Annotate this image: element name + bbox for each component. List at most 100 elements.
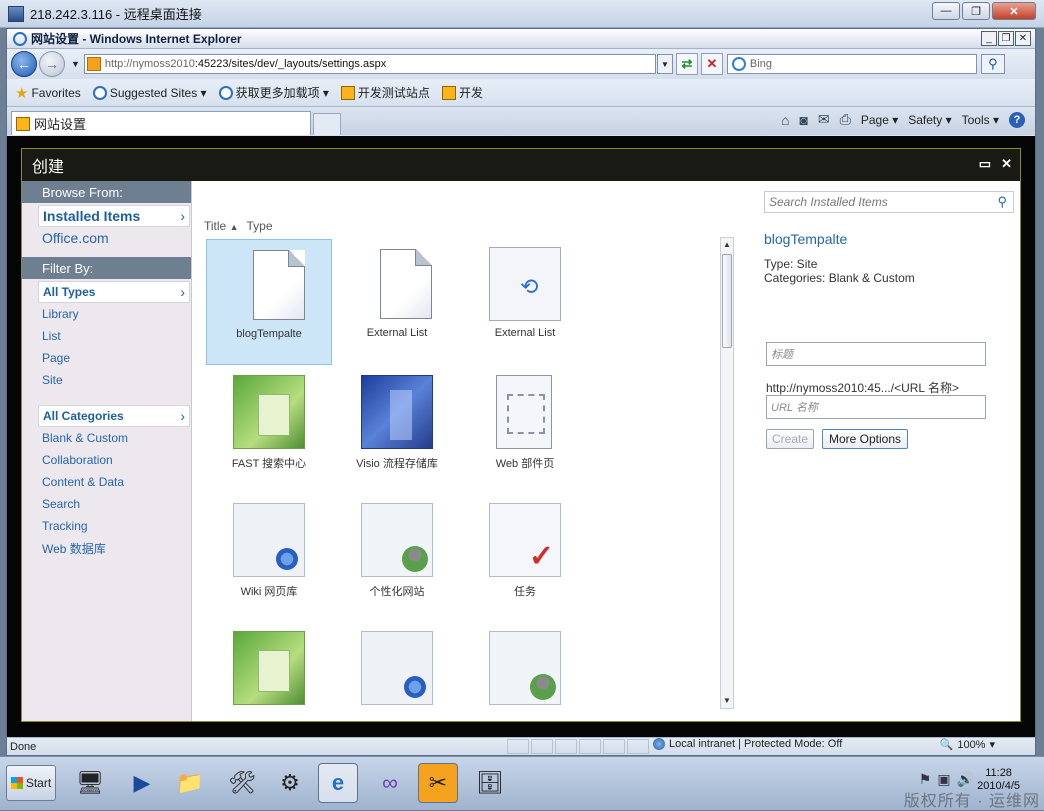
template-item-row4-3[interactable] — [462, 623, 588, 721]
back-button[interactable]: ← — [11, 51, 37, 77]
powershell-icon[interactable]: ▶ — [122, 763, 162, 803]
create-button[interactable]: Create — [766, 429, 814, 449]
fast-search-thumbnail-icon — [233, 375, 305, 449]
sort-by-type[interactable]: Type — [247, 219, 273, 233]
template-item-blogtempalte[interactable]: blogTempalte — [206, 239, 332, 365]
suggested-sites-link[interactable]: Suggested Sites ▾ — [92, 85, 207, 100]
browse-installed-items[interactable]: Installed Items › — [38, 205, 190, 227]
ie-restore-button[interactable]: ❐ — [998, 31, 1014, 46]
template-item-wiki-library[interactable]: Wiki 网页库 — [206, 495, 332, 621]
document-icon — [253, 250, 305, 320]
template-item-visio-repository[interactable]: Visio 流程存储库 — [334, 367, 460, 493]
network-server-icon[interactable]: 🗄 — [470, 763, 510, 803]
filter-category-collaboration[interactable]: Collaboration — [42, 449, 191, 471]
gallery-scrollbar[interactable]: ▲ ▼ — [720, 237, 734, 709]
filter-all-types[interactable]: All Types › — [38, 281, 190, 303]
network-icon[interactable]: ▣ — [937, 771, 950, 788]
close-icon[interactable]: ✕ — [1001, 156, 1012, 172]
template-item-external-list-2[interactable]: External List — [462, 239, 588, 365]
rdp-minimize-button[interactable]: — — [932, 2, 960, 20]
recent-pages-dropdown[interactable]: ▼ — [71, 59, 80, 69]
tools-menu[interactable]: Tools ▾ — [962, 113, 999, 127]
security-zone[interactable]: Local intranet | Protected Mode: Off — [653, 738, 842, 750]
internet-explorer-icon[interactable]: e — [318, 763, 358, 803]
explorer-folder-icon[interactable]: 📁 — [170, 763, 210, 803]
filter-category-web-database[interactable]: Web 数据库 — [42, 537, 191, 559]
search-icon[interactable]: ⚲ — [997, 194, 1007, 210]
address-bar[interactable]: http://nymoss2010:45223/sites/dev/_layou… — [83, 54, 656, 74]
filter-category-content-data[interactable]: Content & Data — [42, 471, 191, 493]
template-item-web-part-page[interactable]: Web 部件页 — [462, 367, 588, 493]
start-button[interactable]: Start — [6, 765, 56, 801]
print-icon[interactable]: ⎙ — [840, 111, 851, 128]
feeds-icon[interactable]: ◙ — [799, 112, 807, 128]
services-gear-icon[interactable]: ⚙ — [270, 763, 310, 803]
browse-from-header: Browse From: — [22, 181, 191, 203]
stop-button[interactable]: ✕ — [700, 53, 723, 75]
document-library-icon — [361, 631, 433, 705]
search-placeholder: Bing — [749, 58, 772, 70]
dev-link[interactable]: 开发 — [441, 84, 483, 101]
filter-category-tracking[interactable]: Tracking — [42, 515, 191, 537]
sharepoint-icon — [16, 116, 30, 131]
scroll-up-arrow-icon[interactable]: ▲ — [721, 238, 733, 252]
action-center-flag-icon[interactable]: ⚑ — [919, 771, 932, 788]
visual-studio-icon[interactable]: ∞ — [370, 763, 410, 803]
filter-type-list[interactable]: List — [42, 325, 191, 347]
template-item-row4-1[interactable] — [206, 623, 332, 721]
home-icon[interactable]: ⌂ — [781, 112, 789, 128]
template-item-row4-2[interactable] — [334, 623, 460, 721]
sharepoint-tools-icon[interactable]: ✂ — [418, 763, 458, 803]
favorites-bar: ★ Favorites Suggested Sites ▾ 获取更多加载项 ▾ 开… — [7, 79, 1035, 107]
scroll-down-arrow-icon[interactable]: ▼ — [721, 694, 733, 708]
create-dialog: 创建 ▭ ✕ Browse From: Installed Items › Off… — [21, 148, 1021, 722]
rdp-close-button[interactable]: ✕ — [992, 2, 1036, 20]
address-dropdown-button[interactable]: ▼ — [656, 54, 673, 74]
ie-close-button[interactable]: ✕ — [1015, 31, 1031, 46]
filter-by-header: Filter By: — [22, 257, 191, 279]
search-go-button[interactable]: ⚲ — [980, 54, 1005, 74]
title-field[interactable]: 标题 — [766, 342, 986, 366]
url-prefix-label: http://nymoss2010:45.../<URL 名称> — [766, 381, 959, 395]
template-item-external-list[interactable]: External List — [334, 239, 460, 365]
zoom-level[interactable]: 🔍 100% ▾ — [939, 738, 995, 752]
clock-time: 11:28 — [985, 767, 1012, 779]
page-menu[interactable]: Page ▾ — [861, 113, 898, 127]
search-box[interactable]: Bing — [726, 54, 977, 74]
help-icon[interactable]: ? — [1009, 111, 1025, 128]
admin-tools-icon[interactable]: 🛠 — [222, 763, 262, 803]
template-item-tasks[interactable]: 任务 — [462, 495, 588, 621]
volume-icon[interactable]: 🔊 — [957, 771, 974, 788]
dev-test-site-link[interactable]: 开发测试站点 — [340, 84, 430, 101]
filter-all-categories[interactable]: All Categories › — [38, 405, 190, 427]
maximize-icon[interactable]: ▭ — [979, 156, 991, 172]
mail-icon[interactable]: ✉ — [818, 111, 830, 128]
template-item-fast-search[interactable]: FAST 搜索中心 — [206, 367, 332, 493]
sharepoint-icon — [441, 85, 456, 100]
filter-type-library[interactable]: Library — [42, 303, 191, 325]
url-name-field[interactable]: URL 名称 — [766, 395, 986, 419]
forward-button[interactable]: → — [39, 51, 65, 77]
filter-type-site[interactable]: Site — [42, 369, 191, 391]
rdp-title-bar: 218.242.3.116 - 远程桌面连接 — ❐ ✕ — [0, 0, 1044, 28]
get-addons-link[interactable]: 获取更多加载项 ▾ — [218, 84, 329, 101]
sort-by-title[interactable]: Title ▲ — [204, 219, 239, 233]
more-options-button[interactable]: More Options — [822, 429, 908, 449]
filter-category-blank-custom[interactable]: Blank & Custom — [42, 427, 191, 449]
tab-site-settings[interactable]: 网站设置 — [11, 111, 311, 135]
new-tab-button[interactable] — [313, 113, 341, 135]
favorites-button[interactable]: ★ Favorites — [15, 84, 81, 102]
refresh-button[interactable]: ⇄ — [675, 53, 698, 75]
filter-type-page[interactable]: Page — [42, 347, 191, 369]
zoom-icon: 🔍 — [939, 739, 954, 751]
browse-office-com[interactable]: Office.com — [42, 227, 191, 249]
safety-menu[interactable]: Safety ▾ — [908, 113, 951, 127]
rdp-restore-button[interactable]: ❐ — [962, 2, 990, 20]
search-installed-items-input[interactable]: Search Installed Items ⚲ — [764, 191, 1014, 213]
tasks-check-icon — [489, 503, 561, 577]
filter-category-search[interactable]: Search — [42, 493, 191, 515]
scrollbar-thumb[interactable] — [722, 254, 732, 348]
ie-minimize-button[interactable]: _ — [981, 31, 997, 46]
template-item-personalization-site[interactable]: 个性化网站 — [334, 495, 460, 621]
server-manager-icon[interactable]: 🖥 — [70, 763, 110, 803]
